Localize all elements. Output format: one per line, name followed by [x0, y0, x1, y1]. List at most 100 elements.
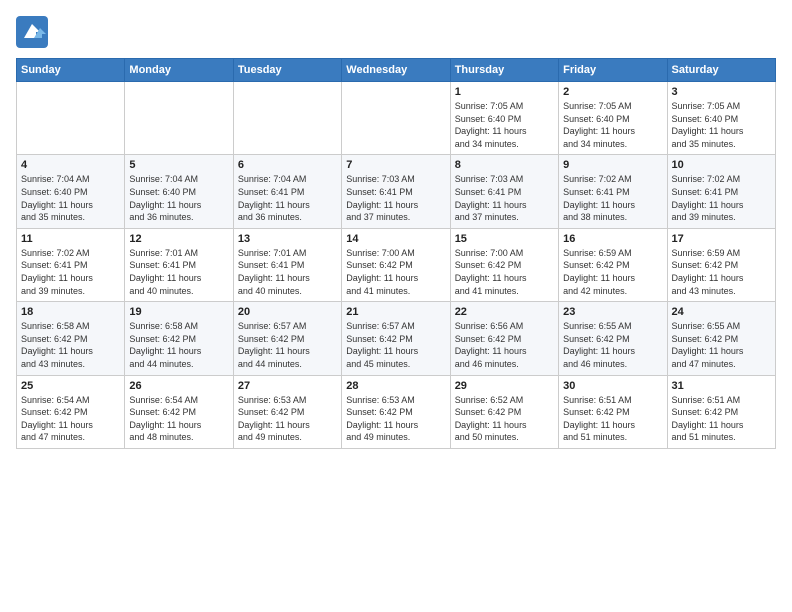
day-info: Sunrise: 6:55 AM Sunset: 6:42 PM Dayligh…: [563, 320, 662, 370]
day-number: 20: [238, 306, 337, 318]
calendar-cell: 11Sunrise: 7:02 AM Sunset: 6:41 PM Dayli…: [17, 228, 125, 301]
logo: [16, 16, 52, 48]
day-info: Sunrise: 6:54 AM Sunset: 6:42 PM Dayligh…: [129, 394, 228, 444]
day-info: Sunrise: 7:00 AM Sunset: 6:42 PM Dayligh…: [455, 247, 554, 297]
day-number: 28: [346, 380, 445, 392]
calendar-cell: 3 Sunrise: 7:05 AM Sunset: 6:40 PM Daylig…: [667, 82, 775, 155]
calendar-cell: 27 Sunrise: 6:53 AM Sunset: 6:42 PM Dayli…: [233, 375, 341, 448]
day-info: Sunrise: 7:05 AM Sunset: 6:40 PM Dayligh…: [672, 100, 771, 150]
day-number: 29: [455, 380, 554, 392]
calendar-cell: 26 Sunrise: 6:54 AM Sunset: 6:42 PM Dayli…: [125, 375, 233, 448]
day-info: Sunrise: 6:55 AM Sunset: 6:42 PM Dayligh…: [672, 320, 771, 370]
calendar-week-row: 25 Sunrise: 6:54 AM Sunset: 6:42 PM Dayli…: [17, 375, 776, 448]
day-header: Saturday: [667, 59, 775, 82]
day-number: 3: [672, 86, 771, 98]
calendar-cell: 4Sunrise: 7:04 AM Sunset: 6:40 PM Daylig…: [17, 155, 125, 228]
day-number: 26: [129, 380, 228, 392]
calendar-week-row: 18 Sunrise: 6:58 AM Sunset: 6:42 PM Dayli…: [17, 302, 776, 375]
day-header: Monday: [125, 59, 233, 82]
day-number: 13: [238, 233, 337, 245]
calendar-week-row: 11Sunrise: 7:02 AM Sunset: 6:41 PM Dayli…: [17, 228, 776, 301]
day-number: 15: [455, 233, 554, 245]
day-info: Sunrise: 7:00 AM Sunset: 6:42 PM Dayligh…: [346, 247, 445, 297]
day-info: Sunrise: 7:04 AM Sunset: 6:40 PM Dayligh…: [21, 173, 120, 223]
day-info: Sunrise: 7:02 AM Sunset: 6:41 PM Dayligh…: [21, 247, 120, 297]
day-info: Sunrise: 6:52 AM Sunset: 6:42 PM Dayligh…: [455, 394, 554, 444]
day-number: 23: [563, 306, 662, 318]
day-info: Sunrise: 6:51 AM Sunset: 6:42 PM Dayligh…: [672, 394, 771, 444]
day-info: Sunrise: 6:59 AM Sunset: 6:42 PM Dayligh…: [563, 247, 662, 297]
day-number: 1: [455, 86, 554, 98]
calendar-cell: 12 Sunrise: 7:01 AM Sunset: 6:41 PM Dayli…: [125, 228, 233, 301]
day-info: Sunrise: 6:57 AM Sunset: 6:42 PM Dayligh…: [346, 320, 445, 370]
day-info: Sunrise: 7:04 AM Sunset: 6:40 PM Dayligh…: [129, 173, 228, 223]
day-info: Sunrise: 7:05 AM Sunset: 6:40 PM Dayligh…: [455, 100, 554, 150]
calendar-cell: 8Sunrise: 7:03 AM Sunset: 6:41 PM Daylig…: [450, 155, 558, 228]
calendar-cell: 10 Sunrise: 7:02 AM Sunset: 6:41 PM Dayli…: [667, 155, 775, 228]
day-number: 10: [672, 159, 771, 171]
calendar-cell: [233, 82, 341, 155]
day-info: Sunrise: 7:05 AM Sunset: 6:40 PM Dayligh…: [563, 100, 662, 150]
day-header: Friday: [559, 59, 667, 82]
day-info: Sunrise: 7:01 AM Sunset: 6:41 PM Dayligh…: [129, 247, 228, 297]
calendar-header-row: SundayMondayTuesdayWednesdayThursdayFrid…: [17, 59, 776, 82]
day-number: 8: [455, 159, 554, 171]
day-number: 19: [129, 306, 228, 318]
day-header: Tuesday: [233, 59, 341, 82]
day-info: Sunrise: 6:58 AM Sunset: 6:42 PM Dayligh…: [129, 320, 228, 370]
calendar-cell: 28 Sunrise: 6:53 AM Sunset: 6:42 PM Dayli…: [342, 375, 450, 448]
day-number: 30: [563, 380, 662, 392]
calendar-cell: 25 Sunrise: 6:54 AM Sunset: 6:42 PM Dayli…: [17, 375, 125, 448]
day-number: 18: [21, 306, 120, 318]
calendar-cell: [125, 82, 233, 155]
calendar: SundayMondayTuesdayWednesdayThursdayFrid…: [16, 58, 776, 449]
calendar-week-row: 1 Sunrise: 7:05 AM Sunset: 6:40 PM Daylig…: [17, 82, 776, 155]
calendar-cell: 15 Sunrise: 7:00 AM Sunset: 6:42 PM Dayli…: [450, 228, 558, 301]
calendar-cell: 20 Sunrise: 6:57 AM Sunset: 6:42 PM Dayli…: [233, 302, 341, 375]
day-info: Sunrise: 7:01 AM Sunset: 6:41 PM Dayligh…: [238, 247, 337, 297]
calendar-cell: 13 Sunrise: 7:01 AM Sunset: 6:41 PM Dayli…: [233, 228, 341, 301]
page-header: [16, 16, 776, 48]
day-info: Sunrise: 6:54 AM Sunset: 6:42 PM Dayligh…: [21, 394, 120, 444]
calendar-cell: [342, 82, 450, 155]
calendar-cell: 16 Sunrise: 6:59 AM Sunset: 6:42 PM Dayli…: [559, 228, 667, 301]
calendar-cell: 17 Sunrise: 6:59 AM Sunset: 6:42 PM Dayli…: [667, 228, 775, 301]
calendar-cell: 22Sunrise: 6:56 AM Sunset: 6:42 PM Dayli…: [450, 302, 558, 375]
calendar-cell: 2 Sunrise: 7:05 AM Sunset: 6:40 PM Daylig…: [559, 82, 667, 155]
day-info: Sunrise: 6:53 AM Sunset: 6:42 PM Dayligh…: [346, 394, 445, 444]
day-number: 7: [346, 159, 445, 171]
day-number: 12: [129, 233, 228, 245]
day-info: Sunrise: 6:56 AM Sunset: 6:42 PM Dayligh…: [455, 320, 554, 370]
day-info: Sunrise: 6:59 AM Sunset: 6:42 PM Dayligh…: [672, 247, 771, 297]
day-header: Wednesday: [342, 59, 450, 82]
day-info: Sunrise: 6:58 AM Sunset: 6:42 PM Dayligh…: [21, 320, 120, 370]
calendar-cell: 30 Sunrise: 6:51 AM Sunset: 6:42 PM Dayli…: [559, 375, 667, 448]
day-info: Sunrise: 7:02 AM Sunset: 6:41 PM Dayligh…: [563, 173, 662, 223]
logo-icon: [16, 16, 48, 48]
day-number: 5: [129, 159, 228, 171]
calendar-cell: [17, 82, 125, 155]
day-info: Sunrise: 7:02 AM Sunset: 6:41 PM Dayligh…: [672, 173, 771, 223]
day-number: 21: [346, 306, 445, 318]
day-header: Sunday: [17, 59, 125, 82]
day-number: 17: [672, 233, 771, 245]
calendar-cell: 18 Sunrise: 6:58 AM Sunset: 6:42 PM Dayli…: [17, 302, 125, 375]
calendar-cell: 9Sunrise: 7:02 AM Sunset: 6:41 PM Daylig…: [559, 155, 667, 228]
day-number: 31: [672, 380, 771, 392]
calendar-week-row: 4Sunrise: 7:04 AM Sunset: 6:40 PM Daylig…: [17, 155, 776, 228]
calendar-cell: 29 Sunrise: 6:52 AM Sunset: 6:42 PM Dayli…: [450, 375, 558, 448]
day-info: Sunrise: 6:57 AM Sunset: 6:42 PM Dayligh…: [238, 320, 337, 370]
day-number: 16: [563, 233, 662, 245]
day-number: 27: [238, 380, 337, 392]
day-number: 14: [346, 233, 445, 245]
day-info: Sunrise: 6:51 AM Sunset: 6:42 PM Dayligh…: [563, 394, 662, 444]
day-number: 25: [21, 380, 120, 392]
calendar-cell: 24Sunrise: 6:55 AM Sunset: 6:42 PM Dayli…: [667, 302, 775, 375]
day-number: 2: [563, 86, 662, 98]
calendar-cell: 5 Sunrise: 7:04 AM Sunset: 6:40 PM Daylig…: [125, 155, 233, 228]
day-info: Sunrise: 7:04 AM Sunset: 6:41 PM Dayligh…: [238, 173, 337, 223]
day-header: Thursday: [450, 59, 558, 82]
day-info: Sunrise: 6:53 AM Sunset: 6:42 PM Dayligh…: [238, 394, 337, 444]
calendar-cell: 6Sunrise: 7:04 AM Sunset: 6:41 PM Daylig…: [233, 155, 341, 228]
calendar-cell: 23 Sunrise: 6:55 AM Sunset: 6:42 PM Dayli…: [559, 302, 667, 375]
